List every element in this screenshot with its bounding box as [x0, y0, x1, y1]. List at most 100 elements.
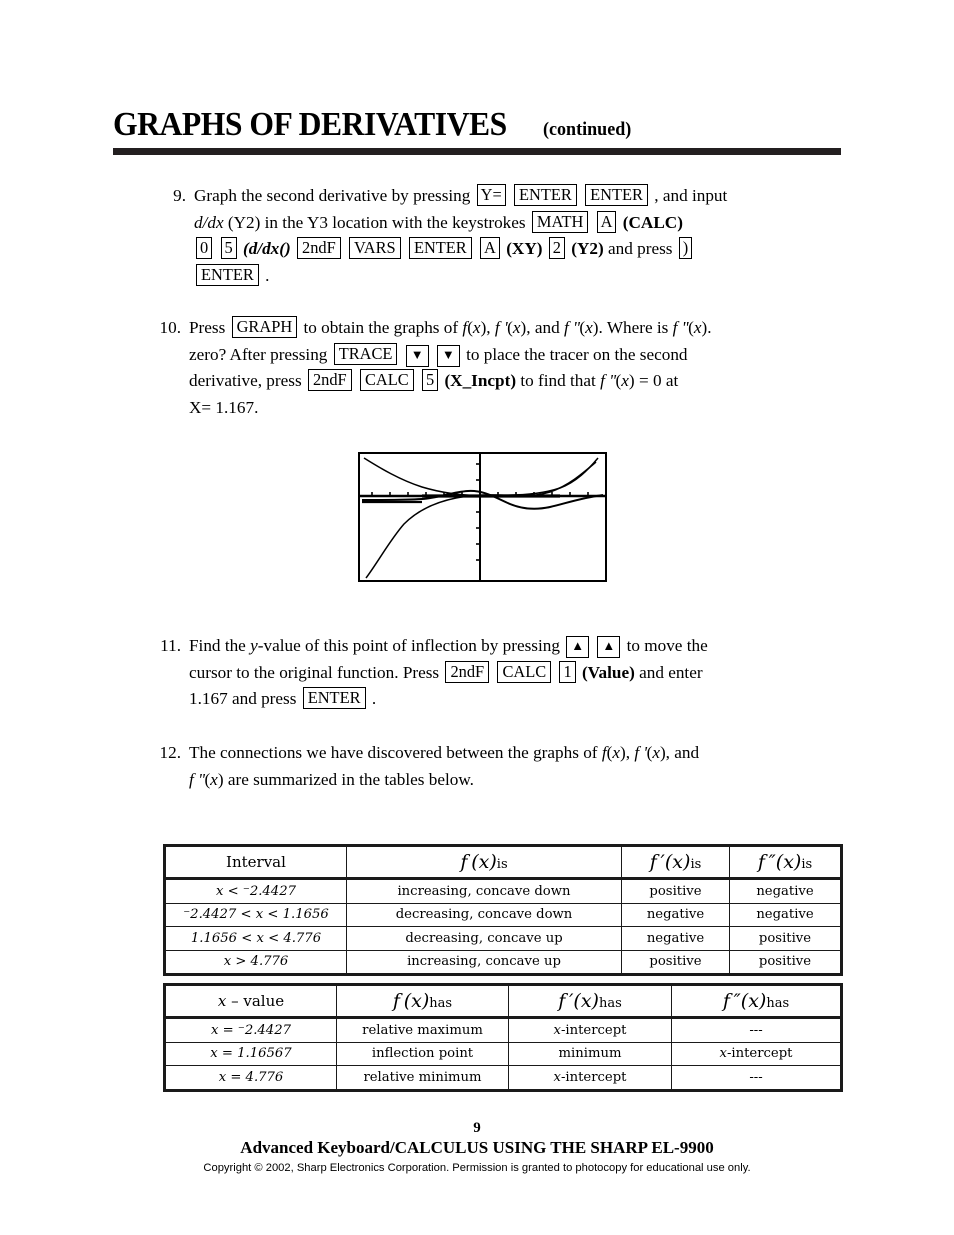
key-calc-2[interactable]: CALC: [497, 660, 552, 683]
key-2ndf-2[interactable]: 2ndF: [307, 369, 352, 391]
step-10-text-e: to place the tracer on the second: [466, 344, 688, 364]
step-11-line-2: cursor to the original function. Press 2…: [189, 660, 865, 687]
step-9: 9. Graph the second derivative by pressi…: [160, 183, 860, 289]
page-title-continued: (continued): [543, 119, 632, 140]
key-y-equals[interactable]: Y=: [476, 184, 506, 206]
key-a-2[interactable]: A: [480, 237, 500, 259]
page-title-main: GRAPHS OF DERIVATIVES: [113, 106, 507, 143]
key-two[interactable]: 2: [548, 237, 565, 259]
step-10-fpp-1: f ''(x).: [672, 318, 712, 337]
step-11-line-1: Find the y-value of this point of inflec…: [189, 633, 865, 660]
key-enter-4[interactable]: ENTER: [196, 263, 259, 286]
key-arrow-up-2[interactable]: ▲: [597, 636, 621, 658]
key-five[interactable]: 5: [220, 237, 237, 259]
table-2-r3-fx: relative minimum: [336, 1065, 509, 1091]
key-2ndf-1[interactable]: 2ndF: [297, 237, 341, 259]
key-enter-3[interactable]: ENTER: [408, 237, 472, 259]
key-trace[interactable]: TRACE: [333, 342, 398, 365]
key-one[interactable]: 1: [559, 660, 576, 683]
page-number: 9: [473, 1120, 481, 1136]
table-2-r1-fx: relative maximum: [336, 1017, 509, 1043]
step-9-line-4: ENTER .: [194, 263, 860, 290]
summary-table-2-wrapper: x – value f (x)has f ′(x)has f ″(x)has x…: [163, 983, 843, 1092]
step-9-line-3: 0 5 (d/dx() 2ndF VARS ENTER A (XY) 2 (Y2…: [194, 236, 860, 263]
title-rule: [113, 148, 841, 155]
table-1-r3-interval: 1.1656 < x < 4.776: [164, 926, 347, 951]
key-a-1[interactable]: A: [596, 210, 617, 233]
table-2-r1-fp: x-intercept: [508, 1017, 672, 1043]
calculator-graph-screen: [358, 452, 607, 582]
step-11-text-a: Find the: [189, 636, 246, 655]
key-zero[interactable]: 0: [196, 237, 213, 259]
table-row: ⁻2.4427 < x < 1.1656 decreasing, concave…: [164, 902, 842, 927]
step-12: 12. The connections we have discovered b…: [155, 740, 865, 793]
table-1-r2-fpp: negative: [729, 902, 842, 927]
step-12-line-1: The connections we have discovered betwe…: [189, 740, 865, 767]
step-10-text-g: to find that: [520, 371, 596, 390]
step-11-label-value: (Value): [581, 662, 635, 682]
step-10-text-i: X= 1.167.: [189, 397, 259, 417]
step-12-text-a: The connections we have discovered betwe…: [189, 743, 598, 762]
table-row: x > 4.776 increasing, concave up positiv…: [164, 949, 842, 975]
step-12-line-2: f ''(x) are summarized in the tables bel…: [189, 767, 865, 794]
key-graph[interactable]: GRAPH: [231, 316, 298, 338]
table-1-r2-fx: decreasing, concave down: [346, 902, 622, 927]
key-calc-1[interactable]: CALC: [359, 369, 414, 391]
table-row: 1.1656 < x < 4.776 decreasing, concave u…: [164, 926, 842, 951]
step-11-line-3: 1.167 and press ENTER .: [189, 686, 865, 713]
key-enter-2[interactable]: ENTER: [585, 184, 648, 206]
key-2ndf-3[interactable]: 2ndF: [445, 660, 490, 683]
table-2-r3-fpp: ---: [671, 1065, 842, 1091]
step-10-label-xincpt: (X_Incpt): [444, 371, 517, 390]
curve-f-double-prime: [361, 489, 604, 510]
key-close-paren[interactable]: ): [678, 237, 693, 259]
graph-svg: [360, 454, 605, 580]
key-enter-5[interactable]: ENTER: [302, 687, 366, 709]
table-1-header-f-double-prime: f ″(x)is: [729, 845, 842, 880]
step-9-number: 9.: [173, 186, 186, 205]
table-2-body: x = ⁻2.4427 relative maximum x-intercept…: [164, 1017, 842, 1091]
document-page: GRAPHS OF DERIVATIVES (continued) 9. Grap…: [0, 0, 954, 1235]
footer-copyright: Copyright © 2002, Sharp Electronics Corp…: [203, 1162, 751, 1174]
key-arrow-down-1[interactable]: ▼: [405, 344, 429, 367]
table-2-header-x-value: x – value: [164, 984, 337, 1019]
table-1-r4-interval: x > 4.776: [164, 949, 347, 975]
key-enter-1[interactable]: ENTER: [514, 184, 577, 206]
step-9-label-ddx: (d/dx(): [243, 239, 291, 258]
table-2-r1-fpp: ---: [671, 1017, 842, 1043]
step-9-label-calc: (CALC): [622, 212, 683, 232]
table-2-header-fx: f (x)has: [336, 984, 509, 1019]
step-11-text-d: cursor to the original function. Press: [189, 662, 440, 682]
table-1-r4-fp: positive: [621, 949, 730, 975]
table-1-r3-fpp: positive: [729, 926, 842, 951]
table-2-r2-fpp: x-intercept: [671, 1041, 842, 1066]
key-arrow-up-1[interactable]: ▲: [566, 636, 590, 658]
step-10-fx-list: f(x), f '(x), and f ''(x).: [462, 318, 603, 337]
step-10-line-4: X= 1.167.: [189, 395, 865, 422]
key-five-2[interactable]: 5: [421, 369, 439, 391]
step-9-label-y2: (Y2): [571, 239, 604, 258]
table-2-header-f-double-prime: f ″(x)has: [671, 984, 842, 1019]
table-1-header-row: Interval f (x)is f ′(x)is f ″(x)is: [164, 845, 842, 880]
step-11-number: 11.: [160, 636, 181, 655]
table-2-r2-fx: inflection point: [336, 1041, 509, 1066]
key-arrow-down-2[interactable]: ▼: [436, 344, 460, 367]
step-10-text-a: Press: [189, 318, 226, 337]
table-1-r3-fx: decreasing, concave up: [346, 926, 622, 951]
table-row: x = 4.776 relative minimum x-intercept -…: [164, 1065, 842, 1091]
summary-table-2: x – value f (x)has f ′(x)has f ″(x)has x…: [163, 983, 843, 1092]
step-10-text-f: derivative, press: [189, 371, 302, 390]
step-11-text-g: .: [371, 689, 377, 708]
step-12-number: 12.: [159, 743, 181, 762]
table-1-r1-fpp: negative: [729, 878, 842, 904]
footer-title: Advanced Keyboard/CALCULUS USING THE SHA…: [240, 1138, 714, 1157]
key-math[interactable]: MATH: [531, 210, 589, 233]
key-vars[interactable]: VARS: [349, 237, 401, 259]
step-10-text-h: = 0 at: [638, 371, 679, 390]
step-12-fx-list: f(x), f '(x), and: [601, 743, 700, 762]
step-9-line-1: Graph the second derivative by pressing …: [194, 183, 860, 210]
summary-table-1: Interval f (x)is f ′(x)is f ″(x)is x < ⁻…: [163, 844, 843, 976]
step-9-label-xy: (XY): [506, 239, 543, 258]
table-1-r4-fpp: positive: [729, 949, 842, 975]
step-10-text-b: to obtain the graphs of: [303, 318, 459, 337]
